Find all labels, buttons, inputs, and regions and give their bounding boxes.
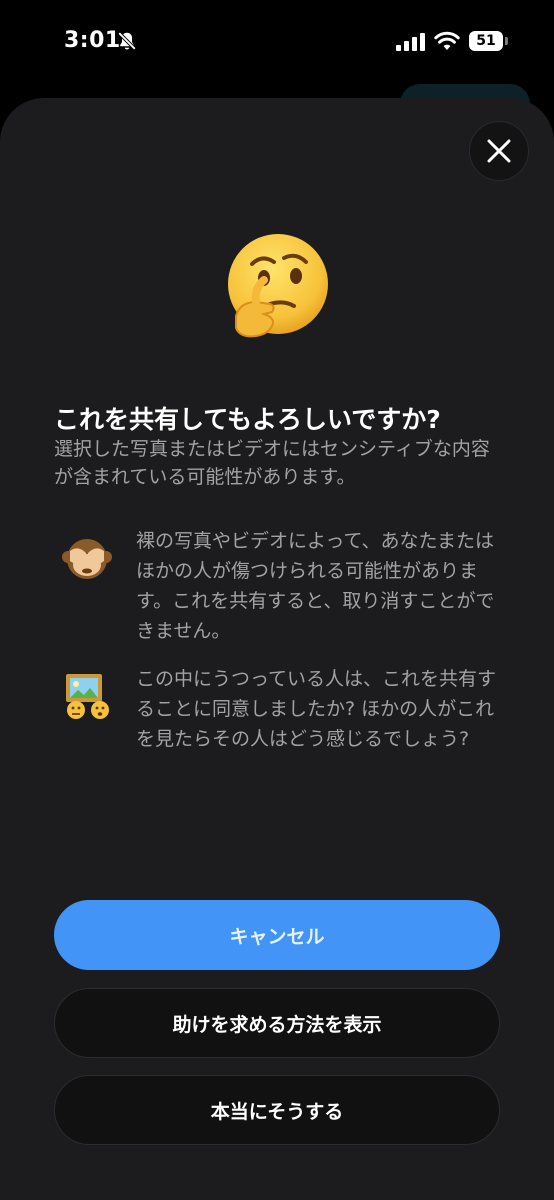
item-text-consent: この中にうつっている人は、これを共有することに同意しましたか? ほかの人がこれを… <box>136 668 497 750</box>
close-icon <box>487 139 511 163</box>
battery-tip <box>505 37 508 45</box>
confirm-share-button[interactable]: 本当にそうする <box>54 1075 500 1145</box>
framed-picture-faces-icon <box>66 674 109 719</box>
cellular-signal-icon <box>396 33 425 51</box>
see-no-evil-monkey-icon <box>62 539 112 579</box>
thinking-face-icon <box>228 234 328 338</box>
get-help-button[interactable]: 助けを求める方法を表示 <box>54 988 500 1058</box>
dialog-title: これを共有してもよろしいですか? <box>54 405 441 434</box>
wifi-icon <box>434 31 460 50</box>
status-bar: 3:01 51 <box>0 0 554 90</box>
status-time: 3:01 <box>64 28 121 53</box>
close-button[interactable] <box>469 121 529 181</box>
battery-indicator: 51 <box>469 31 503 51</box>
dialog-subtitle: 選択した写真またはビデオにはセンシティブな内容が含まれている可能性があります。 <box>54 438 490 488</box>
bell-slash-icon <box>117 31 137 51</box>
item-text-harm: 裸の写真やビデオによって、あなたまたはほかの人が傷つけられる可能性があります。こ… <box>136 530 495 642</box>
cancel-button[interactable]: キャンセル <box>54 900 500 970</box>
